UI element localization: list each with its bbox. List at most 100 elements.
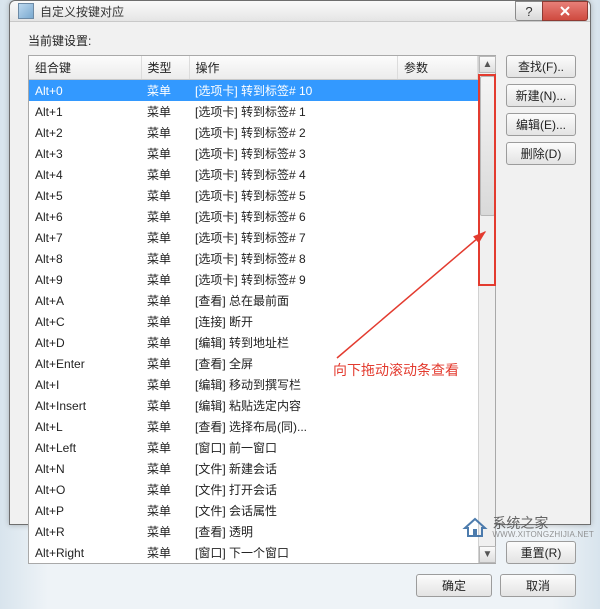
cell-param	[398, 143, 478, 164]
cell-key: Alt+A	[29, 290, 141, 311]
cell-type: 菜单	[141, 332, 189, 353]
table-row[interactable]: Alt+C菜单[连接] 断开	[29, 311, 478, 332]
table-row[interactable]: Alt+3菜单[选项卡] 转到标签# 3	[29, 143, 478, 164]
table-row[interactable]: Alt+Enter菜单[查看] 全屏	[29, 353, 478, 374]
table-row[interactable]: Alt+L菜单[查看] 选择布局(同)...	[29, 416, 478, 437]
table-row[interactable]: Alt+Right菜单[窗口] 下一个窗口	[29, 542, 478, 563]
cell-key: Alt+R	[29, 521, 141, 542]
table-row[interactable]: Alt+5菜单[选项卡] 转到标签# 5	[29, 185, 478, 206]
cell-type: 菜单	[141, 311, 189, 332]
cell-param	[398, 395, 478, 416]
col-header-param[interactable]: 参数	[398, 56, 478, 80]
cell-key: Alt+9	[29, 269, 141, 290]
cancel-button[interactable]: 取消	[500, 574, 576, 597]
reset-button[interactable]: 重置(R)	[506, 541, 576, 564]
cell-key: Alt+I	[29, 374, 141, 395]
cell-param	[398, 416, 478, 437]
cell-op: [选项卡] 转到标签# 4	[189, 164, 398, 185]
cell-type: 菜单	[141, 164, 189, 185]
scroll-down-button[interactable]: ▼	[479, 546, 496, 563]
cell-op: [选项卡] 转到标签# 7	[189, 227, 398, 248]
table-row[interactable]: Alt+2菜单[选项卡] 转到标签# 2	[29, 122, 478, 143]
cell-param	[398, 206, 478, 227]
cell-type: 菜单	[141, 143, 189, 164]
cell-param	[398, 374, 478, 395]
cell-type: 菜单	[141, 290, 189, 311]
find-button[interactable]: 查找(F)..	[506, 55, 576, 78]
cell-param	[398, 269, 478, 290]
keymap-table[interactable]: 组合键 类型 操作 参数 Alt+0菜单[选项卡] 转到标签# 10Alt+1菜…	[29, 56, 478, 563]
section-label: 当前键设置:	[28, 32, 576, 49]
cell-type: 菜单	[141, 248, 189, 269]
keymap-table-frame: 组合键 类型 操作 参数 Alt+0菜单[选项卡] 转到标签# 10Alt+1菜…	[28, 55, 496, 564]
scroll-thumb[interactable]	[480, 76, 495, 216]
table-row[interactable]: Alt+6菜单[选项卡] 转到标签# 6	[29, 206, 478, 227]
dialog-window: 自定义按键对应 ? 当前键设置: 组合键 类型	[9, 0, 591, 525]
new-button[interactable]: 新建(N)...	[506, 84, 576, 107]
cell-op: [选项卡] 转到标签# 1	[189, 101, 398, 122]
table-row[interactable]: Alt+1菜单[选项卡] 转到标签# 1	[29, 101, 478, 122]
cell-op: [选项卡] 转到标签# 10	[189, 80, 398, 102]
table-row[interactable]: Alt+8菜单[选项卡] 转到标签# 8	[29, 248, 478, 269]
cell-key: Alt+D	[29, 332, 141, 353]
cell-key: Alt+C	[29, 311, 141, 332]
edit-button[interactable]: 编辑(E)...	[506, 113, 576, 136]
cell-op: [编辑] 转到地址栏	[189, 332, 398, 353]
table-row[interactable]: Alt+Left菜单[窗口] 前一窗口	[29, 437, 478, 458]
table-row[interactable]: Alt+I菜单[编辑] 移动到撰写栏	[29, 374, 478, 395]
cell-type: 菜单	[141, 269, 189, 290]
cell-type: 菜单	[141, 458, 189, 479]
cell-op: [选项卡] 转到标签# 6	[189, 206, 398, 227]
cell-type: 菜单	[141, 542, 189, 563]
table-row[interactable]: Alt+0菜单[选项卡] 转到标签# 10	[29, 80, 478, 102]
cell-op: [查看] 全屏	[189, 353, 398, 374]
cell-key: Alt+7	[29, 227, 141, 248]
cell-type: 菜单	[141, 521, 189, 542]
close-button[interactable]	[542, 1, 588, 21]
cell-key: Alt+4	[29, 164, 141, 185]
table-row[interactable]: Alt+D菜单[编辑] 转到地址栏	[29, 332, 478, 353]
table-row[interactable]: Alt+R菜单[查看] 透明	[29, 521, 478, 542]
cell-key: Alt+2	[29, 122, 141, 143]
cell-op: [选项卡] 转到标签# 2	[189, 122, 398, 143]
table-row[interactable]: Alt+7菜单[选项卡] 转到标签# 7	[29, 227, 478, 248]
cell-type: 菜单	[141, 80, 189, 102]
cell-key: Alt+6	[29, 206, 141, 227]
cell-op: [文件] 打开会话	[189, 479, 398, 500]
cell-key: Alt+8	[29, 248, 141, 269]
table-row[interactable]: Alt+Insert菜单[编辑] 粘贴选定内容	[29, 395, 478, 416]
cell-key: Alt+Insert	[29, 395, 141, 416]
cell-param	[398, 80, 478, 102]
scroll-up-button[interactable]: ▲	[479, 56, 496, 73]
table-row[interactable]: Alt+N菜单[文件] 新建会话	[29, 458, 478, 479]
cell-type: 菜单	[141, 437, 189, 458]
dialog-footer: 确定 取消	[28, 574, 576, 597]
watermark: 系统之家 WWW.XITONGZHIJIA.NET	[462, 516, 594, 539]
cell-key: Alt+L	[29, 416, 141, 437]
table-row[interactable]: Alt+9菜单[选项卡] 转到标签# 9	[29, 269, 478, 290]
help-button[interactable]: ?	[515, 1, 543, 21]
table-row[interactable]: Alt+O菜单[文件] 打开会话	[29, 479, 478, 500]
col-header-key[interactable]: 组合键	[29, 56, 141, 80]
cell-param	[398, 311, 478, 332]
ok-button[interactable]: 确定	[416, 574, 492, 597]
cell-type: 菜单	[141, 101, 189, 122]
cell-key: Alt+P	[29, 500, 141, 521]
col-header-type[interactable]: 类型	[141, 56, 189, 80]
table-row[interactable]: Alt+P菜单[文件] 会话属性	[29, 500, 478, 521]
cell-key: Alt+3	[29, 143, 141, 164]
cell-op: [查看] 总在最前面	[189, 290, 398, 311]
table-row[interactable]: Alt+A菜单[查看] 总在最前面	[29, 290, 478, 311]
vertical-scrollbar[interactable]: ▲ ▼	[478, 56, 495, 563]
table-row[interactable]: Alt+4菜单[选项卡] 转到标签# 4	[29, 164, 478, 185]
watermark-brand: 系统之家	[492, 516, 594, 531]
cell-op: [文件] 新建会话	[189, 458, 398, 479]
cell-param	[398, 185, 478, 206]
delete-button[interactable]: 删除(D)	[506, 142, 576, 165]
cell-key: Alt+Left	[29, 437, 141, 458]
cell-param	[398, 458, 478, 479]
col-header-op[interactable]: 操作	[189, 56, 398, 80]
cell-key: Alt+5	[29, 185, 141, 206]
watermark-url: WWW.XITONGZHIJIA.NET	[492, 531, 594, 539]
titlebar[interactable]: 自定义按键对应 ?	[10, 1, 590, 22]
